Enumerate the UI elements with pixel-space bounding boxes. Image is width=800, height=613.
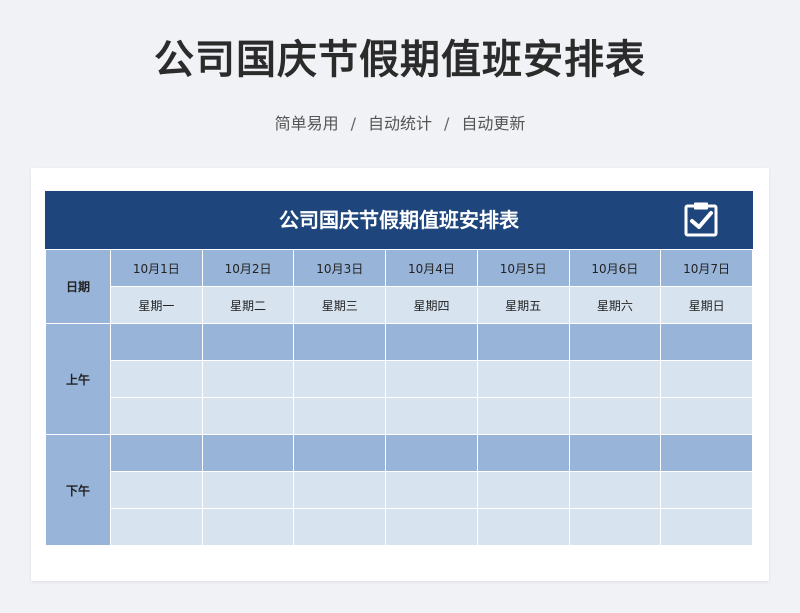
duty-cell[interactable] [385,471,478,509]
duty-cell[interactable] [385,508,478,546]
subtitle-item-update: 自动更新 [461,114,526,133]
date-cell: 10月1日 [110,249,203,287]
duty-cell[interactable] [568,397,662,435]
date-row: 日期 10月1日 10月2日 10月3日 10月4日 10月5日 10月6日 1… [45,249,753,324]
duty-cell[interactable] [476,434,570,472]
weekday-cell: 星期二 [201,286,295,324]
weekday-cell: 星期三 [293,286,387,324]
subtitle-item-easy: 简单易用 [274,114,339,133]
schedule-table: 日期 10月1日 10月2日 10月3日 10月4日 10月5日 10月6日 1… [45,249,753,546]
duty-cell[interactable] [476,471,570,509]
morning-row [46,397,753,435]
duty-cell[interactable] [293,434,387,472]
duty-cell[interactable] [568,471,662,509]
date-cell: 10月5日 [476,249,570,287]
duty-cell[interactable] [385,397,478,435]
duty-cell[interactable] [568,434,662,472]
sheet-banner: 公司国庆节假期值班安排表 [45,191,753,249]
duty-cell[interactable] [660,508,753,546]
duty-cell[interactable] [110,397,203,435]
date-cell: 10月2日 [201,249,295,287]
afternoon-row: 下午 [45,434,753,546]
preview-card: 公司国庆节假期值班安排表 日期 10月1日 10月2日 10月3日 10月4日 … [31,168,769,581]
date-cell: 10月7日 [660,249,753,287]
duty-cell[interactable] [293,360,387,398]
date-cell: 10月6日 [568,249,662,287]
subtitle-separator: / [350,114,356,133]
weekday-cell: 星期四 [385,286,478,324]
duty-cell[interactable] [293,471,387,509]
sheet-title: 公司国庆节假期值班安排表 [279,208,519,232]
duty-cell[interactable] [660,434,753,472]
duty-cell[interactable] [293,397,387,435]
page-title: 公司国庆节假期值班安排表 [154,37,646,83]
duty-cell[interactable] [385,434,478,472]
duty-cell[interactable] [110,508,203,546]
afternoon-row [46,471,753,509]
afternoon-row [46,508,753,546]
duty-cell[interactable] [385,323,478,361]
duty-cell[interactable] [201,471,295,509]
duty-cell[interactable] [476,508,570,546]
duty-cell[interactable] [568,323,662,361]
duty-cell[interactable] [293,508,387,546]
duty-cell[interactable] [660,471,753,509]
duty-cell[interactable] [201,434,295,472]
duty-cell[interactable] [110,360,203,398]
clipboard-check-icon [684,202,718,237]
subtitle-item-stats: 自动统计 [367,114,432,133]
duty-cell[interactable] [110,434,203,472]
duty-schedule-sheet: 公司国庆节假期值班安排表 日期 10月1日 10月2日 10月3日 10月4日 … [45,191,753,556]
date-cell: 10月4日 [385,249,478,287]
duty-cell[interactable] [385,360,478,398]
morning-row: 上午 [45,323,753,435]
weekday-cell: 星期一 [110,286,203,324]
duty-cell[interactable] [293,323,387,361]
duty-cell[interactable] [201,360,295,398]
duty-cell[interactable] [201,323,295,361]
duty-cell[interactable] [201,397,295,435]
weekday-row: 星期一 星期二 星期三 星期四 星期五 星期六 星期日 [46,286,753,324]
duty-cell[interactable] [476,323,570,361]
weekday-cell: 星期五 [476,286,570,324]
subtitle-separator: / [444,114,450,133]
date-cell: 10月3日 [293,249,387,287]
weekday-cell: 星期日 [660,286,753,324]
duty-cell[interactable] [660,323,753,361]
row-label-date: 日期 [45,249,111,324]
row-label-afternoon: 下午 [45,434,111,546]
duty-cell[interactable] [476,397,570,435]
weekday-cell: 星期六 [568,286,662,324]
duty-cell[interactable] [476,360,570,398]
duty-cell[interactable] [568,508,662,546]
duty-cell[interactable] [568,360,662,398]
duty-cell[interactable] [660,360,753,398]
duty-cell[interactable] [201,508,295,546]
duty-cell[interactable] [110,323,203,361]
morning-row [46,360,753,398]
subtitle: 简单易用 / 自动统计 / 自动更新 [0,112,800,136]
duty-cell[interactable] [110,471,203,509]
row-label-morning: 上午 [45,323,111,435]
duty-cell[interactable] [660,397,753,435]
